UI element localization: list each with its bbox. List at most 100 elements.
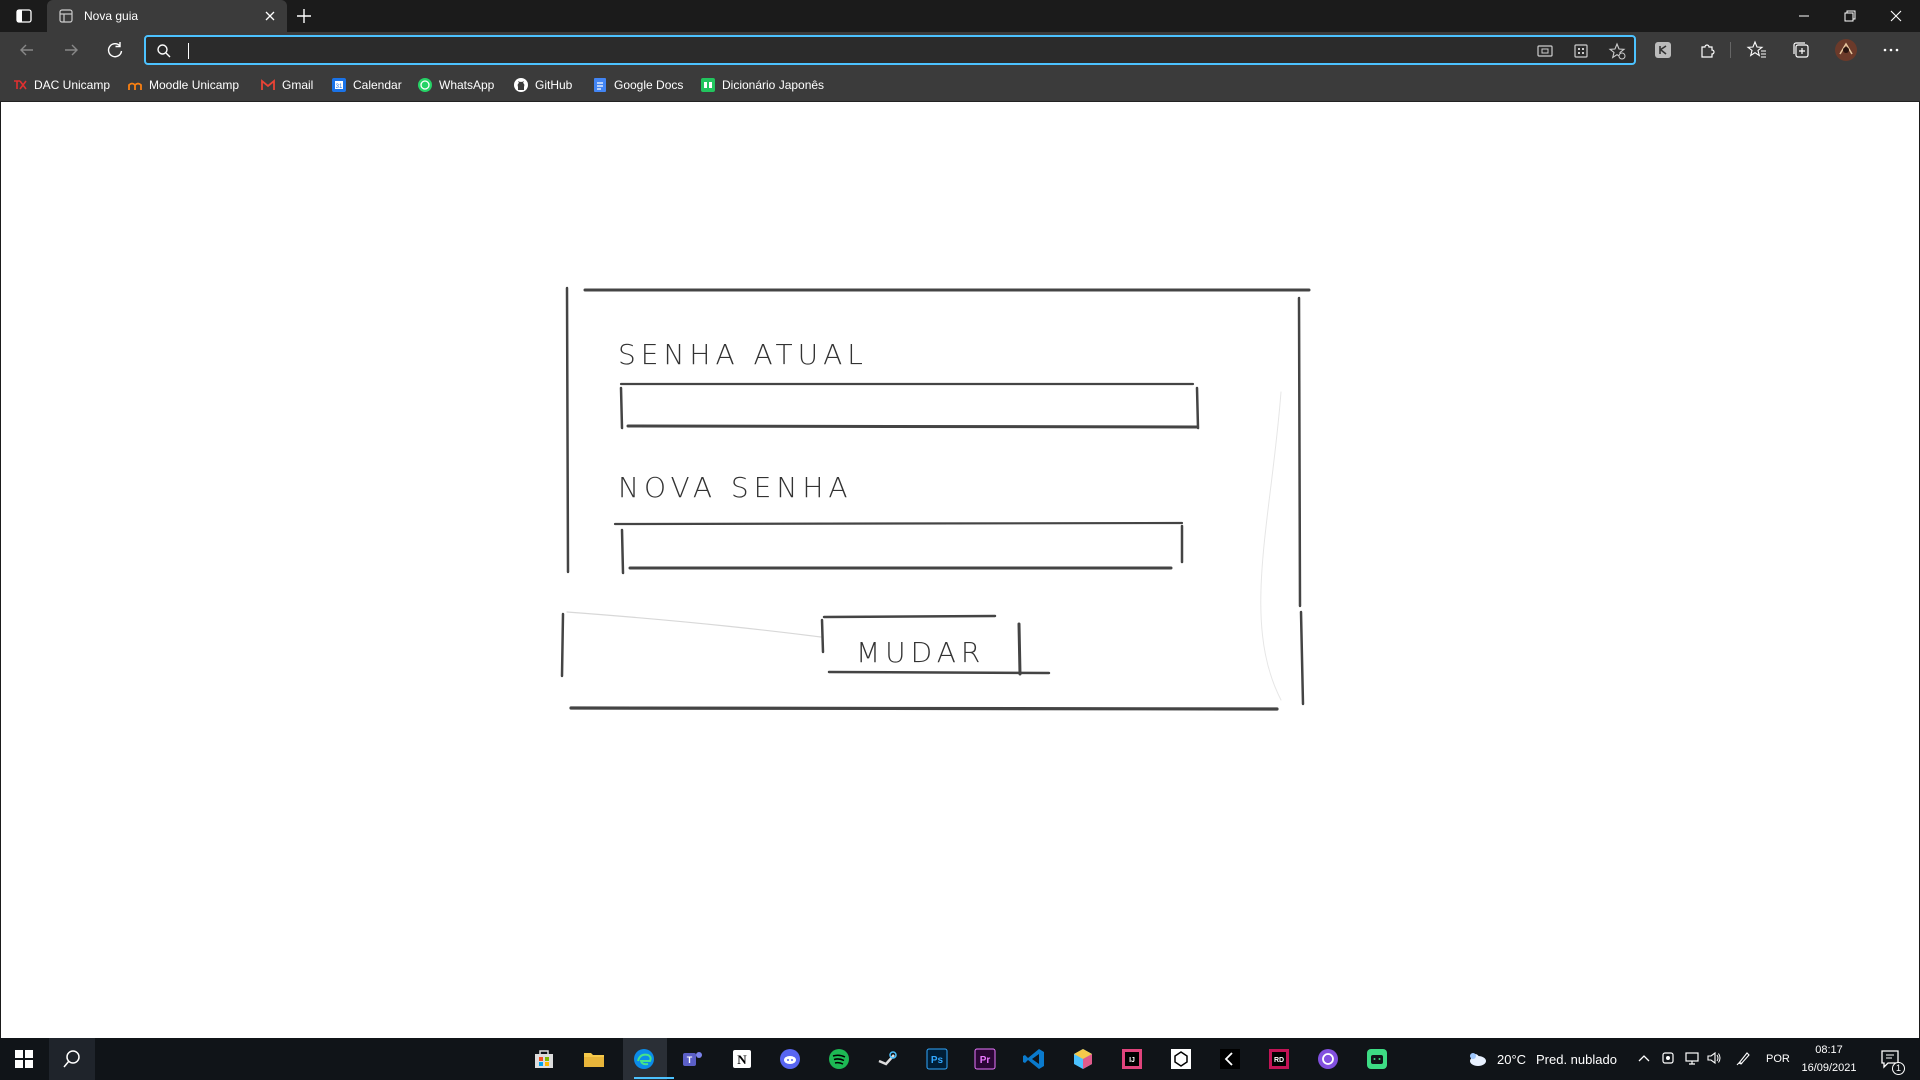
extension-icon[interactable] <box>1652 39 1674 61</box>
more-menu-icon[interactable] <box>1880 39 1902 61</box>
android-studio-icon[interactable] <box>1365 1047 1389 1071</box>
bookmark-label: Gmail <box>282 78 314 92</box>
current-password-label: SENHA ATUAL <box>618 338 868 371</box>
github-desktop-icon[interactable] <box>1316 1047 1340 1071</box>
notion-icon[interactable]: N <box>730 1047 754 1071</box>
photoshop-icon[interactable]: Ps <box>925 1047 949 1071</box>
svg-text:Ps: Ps <box>931 1055 944 1066</box>
unity-icon[interactable] <box>1169 1047 1193 1071</box>
rider-icon[interactable]: RD <box>1267 1047 1291 1071</box>
bookmark-label: Calendar <box>353 78 402 92</box>
whatsapp-icon <box>418 78 432 92</box>
svg-text:T: T <box>687 1055 693 1065</box>
address-bar[interactable] <box>144 35 1636 65</box>
minimize-icon[interactable] <box>1792 4 1816 28</box>
search-icon <box>157 44 171 58</box>
bookmark-moodle-unicamp[interactable]: Moodle Unicamp <box>127 76 239 94</box>
new-password-field[interactable] <box>613 521 1184 575</box>
premiere-icon[interactable]: Pr <box>973 1047 997 1071</box>
bookmark-github[interactable]: GitHub <box>513 76 572 94</box>
bookmarks-bar: DAC Unicamp Moodle Unicamp Gmail 31 Cale… <box>0 68 1920 102</box>
intellij-icon[interactable]: IJ <box>1120 1047 1144 1071</box>
close-window-icon[interactable] <box>1884 4 1908 28</box>
dac-unicamp-icon <box>14 80 27 90</box>
toolbar-divider <box>1730 42 1731 58</box>
show-hidden-icons-icon[interactable] <box>1636 1050 1652 1066</box>
tab-actions-icon[interactable] <box>12 6 36 26</box>
discord-icon[interactable] <box>778 1047 802 1071</box>
gmail-icon <box>261 79 275 90</box>
svg-text:IJ: IJ <box>1129 1057 1135 1064</box>
meet-now-icon[interactable] <box>1660 1050 1676 1066</box>
bookmark-dicionario-japones[interactable]: Dicionário Japonês <box>700 76 824 94</box>
bookmark-label: Moodle Unicamp <box>149 78 240 92</box>
store-icon[interactable] <box>532 1047 556 1071</box>
bookmark-calendar[interactable]: 31 Calendar <box>331 76 402 94</box>
google-docs-icon <box>594 78 606 92</box>
steam-icon[interactable] <box>876 1047 900 1071</box>
clock-date: 16/09/2021 <box>1801 1062 1857 1074</box>
add-favorite-icon[interactable] <box>1608 42 1626 60</box>
weather-temp[interactable]: 20°C <box>1497 1052 1526 1067</box>
edge-icon[interactable] <box>632 1047 656 1071</box>
wireframe-sketch: SENHA ATUAL NOVA SENHA MUDAR <box>560 286 1311 711</box>
weather-cloud-icon[interactable] <box>1466 1048 1488 1070</box>
new-tab-page-icon <box>59 9 73 23</box>
taskbar-search-icon[interactable] <box>60 1047 84 1071</box>
bookmark-label: WhatsApp <box>439 78 495 92</box>
blender-icon[interactable] <box>1071 1047 1095 1071</box>
github-icon <box>514 78 528 92</box>
new-password-label: NOVA SENHA <box>618 471 853 504</box>
svg-text:Pr: Pr <box>980 1055 991 1066</box>
calendar-icon: 31 <box>332 78 346 92</box>
favorites-icon[interactable] <box>1746 39 1768 61</box>
bookmark-whatsapp[interactable]: WhatsApp <box>417 76 494 94</box>
browser-toolbar <box>0 32 1920 68</box>
bookmark-dac-unicamp[interactable]: DAC Unicamp <box>12 76 110 94</box>
tab-nova-guia[interactable]: Nova guia <box>47 0 287 32</box>
current-password-field[interactable] <box>619 382 1200 430</box>
restore-icon[interactable] <box>1838 4 1862 28</box>
pen-workspace-icon[interactable] <box>1736 1050 1752 1066</box>
weather-condition[interactable]: Pred. nublado <box>1536 1052 1617 1067</box>
apps-icon[interactable] <box>1572 42 1590 60</box>
bookmark-label: GitHub <box>535 78 573 92</box>
close-tab-icon[interactable] <box>263 9 277 23</box>
text-caret <box>188 43 189 59</box>
clock-time: 08:17 <box>1815 1044 1843 1056</box>
input-language[interactable]: POR <box>1766 1053 1790 1065</box>
volume-icon[interactable] <box>1706 1050 1722 1066</box>
windows-taskbar <box>0 1038 1920 1080</box>
bookmark-gmail[interactable]: Gmail <box>260 76 313 94</box>
collections-icon[interactable] <box>1790 39 1812 61</box>
spotify-icon[interactable] <box>827 1047 851 1071</box>
extensions-puzzle-icon[interactable] <box>1696 39 1718 61</box>
bookmark-label: DAC Unicamp <box>34 78 111 92</box>
page-content: SENHA ATUAL NOVA SENHA MUDAR <box>0 102 1920 1038</box>
bookmark-label: Dicionário Japonês <box>722 78 825 92</box>
windows-start-icon[interactable] <box>12 1047 36 1071</box>
tab-title: Nova guia <box>84 9 139 23</box>
immersive-reader-icon[interactable] <box>1536 42 1554 60</box>
new-tab-icon[interactable] <box>294 6 314 26</box>
teams-icon[interactable]: T <box>680 1047 704 1071</box>
title-bar: Nova guia <box>0 0 1920 32</box>
submit-button[interactable]: MUDAR <box>820 614 1051 676</box>
network-icon[interactable] <box>1684 1050 1700 1066</box>
svg-text:N: N <box>737 1052 747 1067</box>
vscode-icon[interactable] <box>1022 1047 1046 1071</box>
address-input[interactable] <box>190 39 1530 61</box>
svg-text:31: 31 <box>336 84 343 90</box>
epic-games-icon[interactable] <box>1218 1047 1242 1071</box>
notification-count-badge: 1 <box>1892 1062 1905 1075</box>
bookmark-google-docs[interactable]: Google Docs <box>592 76 683 94</box>
active-app-indicator <box>634 1077 674 1079</box>
back-icon[interactable] <box>16 39 38 61</box>
clock[interactable]: 08:17 16/09/2021 <box>1794 1041 1864 1077</box>
submit-button-label: MUDAR <box>856 636 985 669</box>
refresh-icon[interactable] <box>104 39 126 61</box>
forward-icon[interactable] <box>60 39 82 61</box>
bookmark-label: Google Docs <box>614 78 684 92</box>
profile-avatar[interactable] <box>1834 38 1858 62</box>
file-explorer-icon[interactable] <box>582 1047 606 1071</box>
